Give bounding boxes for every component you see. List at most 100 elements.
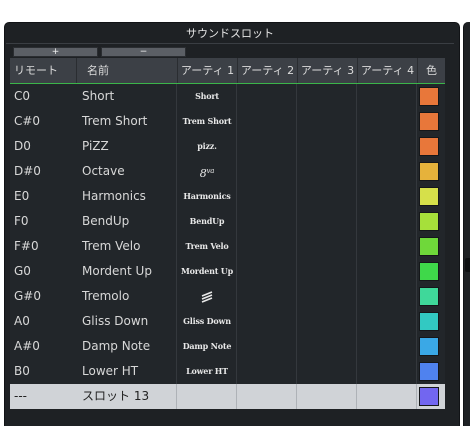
articulation-3-cell[interactable] <box>297 384 357 409</box>
slot-name-cell[interactable]: Trem Velo <box>76 234 177 259</box>
articulation-1-cell[interactable]: Trem Short <box>177 109 237 134</box>
articulation-3-cell[interactable] <box>297 134 357 159</box>
remote-key-cell[interactable]: G0 <box>10 259 76 284</box>
table-row[interactable]: F#0 Trem Velo Trem Velo <box>10 234 445 259</box>
slot-name-cell[interactable]: Mordent Up <box>76 259 177 284</box>
slot-name-cell[interactable]: Lower HT <box>76 359 177 384</box>
slot-name-cell[interactable]: Tremolo <box>76 284 177 309</box>
articulation-3-cell[interactable] <box>297 309 357 334</box>
slot-name-cell[interactable]: PiZZ <box>76 134 177 159</box>
remote-key-cell[interactable]: A#0 <box>10 334 76 359</box>
color-swatch[interactable] <box>419 387 439 406</box>
articulation-3-cell[interactable] <box>297 334 357 359</box>
articulation-2-cell[interactable] <box>237 384 297 409</box>
articulation-2-cell[interactable] <box>237 359 297 384</box>
articulation-3-cell[interactable] <box>297 209 357 234</box>
table-row[interactable]: C0 Short Short <box>10 84 445 109</box>
column-header-art4[interactable]: アーティ 4 <box>357 58 417 83</box>
table-row[interactable]: A#0 Damp Note Damp Note <box>10 334 445 359</box>
slot-name-cell[interactable]: Short <box>76 84 177 109</box>
articulation-1-cell[interactable]: Short <box>177 84 237 109</box>
remote-key-cell[interactable]: B0 <box>10 359 76 384</box>
remove-slot-button[interactable]: − <box>101 47 186 57</box>
table-row[interactable]: C#0 Trem Short Trem Short <box>10 109 445 134</box>
articulation-3-cell[interactable] <box>297 359 357 384</box>
articulation-4-cell[interactable] <box>357 284 417 309</box>
column-header-art2[interactable]: アーティ 2 <box>237 58 297 83</box>
articulation-1-cell[interactable]: BendUp <box>177 209 237 234</box>
column-header-color[interactable]: 色 <box>417 58 445 83</box>
remote-key-cell[interactable]: C0 <box>10 84 76 109</box>
slot-name-cell[interactable]: Octave <box>76 159 177 184</box>
color-swatch[interactable] <box>419 162 439 181</box>
color-swatch[interactable] <box>419 337 439 356</box>
articulation-2-cell[interactable] <box>237 284 297 309</box>
articulation-4-cell[interactable] <box>357 184 417 209</box>
articulation-3-cell[interactable] <box>297 284 357 309</box>
articulation-1-cell[interactable] <box>177 384 237 409</box>
articulation-4-cell[interactable] <box>357 259 417 284</box>
articulation-1-cell[interactable]: Harmonics <box>177 184 237 209</box>
table-row[interactable]: --- スロット 13 <box>10 384 445 409</box>
color-swatch[interactable] <box>419 187 439 206</box>
color-swatch[interactable] <box>419 137 439 156</box>
slot-name-cell[interactable]: BendUp <box>76 209 177 234</box>
articulation-2-cell[interactable] <box>237 334 297 359</box>
articulation-1-cell[interactable]: Trem Velo <box>177 234 237 259</box>
table-row[interactable]: G0 Mordent Up Mordent Up <box>10 259 445 284</box>
color-swatch[interactable] <box>419 237 439 256</box>
table-row[interactable]: A0 Gliss Down Gliss Down <box>10 309 445 334</box>
add-slot-button[interactable]: + <box>13 47 98 57</box>
articulation-4-cell[interactable] <box>357 309 417 334</box>
articulation-3-cell[interactable] <box>297 184 357 209</box>
articulation-4-cell[interactable] <box>357 384 417 409</box>
tremolo-icon[interactable] <box>177 284 237 309</box>
remote-key-cell[interactable]: F#0 <box>10 234 76 259</box>
color-swatch[interactable] <box>419 262 439 281</box>
remote-key-cell[interactable]: D#0 <box>10 159 76 184</box>
color-swatch[interactable] <box>419 87 439 106</box>
remote-key-cell[interactable]: C#0 <box>10 109 76 134</box>
articulation-1-cell[interactable]: 8va <box>177 159 237 184</box>
articulation-2-cell[interactable] <box>237 234 297 259</box>
articulation-3-cell[interactable] <box>297 259 357 284</box>
articulation-3-cell[interactable] <box>297 109 357 134</box>
color-swatch[interactable] <box>419 287 439 306</box>
articulation-3-cell[interactable] <box>297 84 357 109</box>
articulation-4-cell[interactable] <box>357 209 417 234</box>
articulation-1-cell[interactable]: Lower HT <box>177 359 237 384</box>
articulation-4-cell[interactable] <box>357 84 417 109</box>
slot-name-cell[interactable]: Harmonics <box>76 184 177 209</box>
remote-key-cell[interactable]: E0 <box>10 184 76 209</box>
articulation-3-cell[interactable] <box>297 234 357 259</box>
column-header-art3[interactable]: アーティ 3 <box>297 58 357 83</box>
articulation-2-cell[interactable] <box>237 259 297 284</box>
column-header-remote[interactable]: リモート <box>10 58 76 83</box>
remote-key-cell[interactable]: F0 <box>10 209 76 234</box>
remote-key-cell[interactable]: G#0 <box>10 284 76 309</box>
articulation-2-cell[interactable] <box>237 134 297 159</box>
articulation-1-cell[interactable]: Mordent Up <box>177 259 237 284</box>
articulation-4-cell[interactable] <box>357 334 417 359</box>
slot-name-cell[interactable]: Gliss Down <box>76 309 177 334</box>
table-row[interactable]: F0 BendUp BendUp <box>10 209 445 234</box>
color-swatch[interactable] <box>419 312 439 331</box>
articulation-1-cell[interactable]: Gliss Down <box>177 309 237 334</box>
articulation-2-cell[interactable] <box>237 84 297 109</box>
color-swatch[interactable] <box>419 212 439 231</box>
articulation-1-cell[interactable]: pizz. <box>177 134 237 159</box>
column-header-art1[interactable]: アーティ 1 <box>177 58 237 83</box>
slot-name-cell[interactable]: Damp Note <box>76 334 177 359</box>
table-row[interactable]: E0 Harmonics Harmonics <box>10 184 445 209</box>
articulation-4-cell[interactable] <box>357 159 417 184</box>
articulation-4-cell[interactable] <box>357 234 417 259</box>
articulation-1-cell[interactable]: Damp Note <box>177 334 237 359</box>
slot-name-cell[interactable]: スロット 13 <box>76 384 177 409</box>
panel-resize-handle[interactable] <box>465 258 470 272</box>
articulation-2-cell[interactable] <box>237 184 297 209</box>
table-row[interactable]: G#0 Tremolo <box>10 284 445 309</box>
column-header-name[interactable]: 名前 <box>76 58 177 83</box>
articulation-3-cell[interactable] <box>297 159 357 184</box>
remote-key-cell[interactable]: A0 <box>10 309 76 334</box>
table-row[interactable]: D#0 Octave 8va <box>10 159 445 184</box>
